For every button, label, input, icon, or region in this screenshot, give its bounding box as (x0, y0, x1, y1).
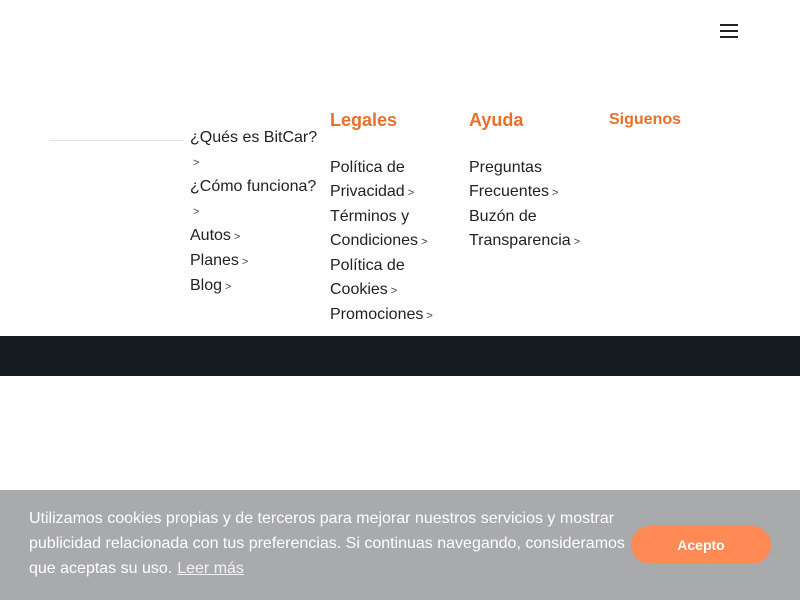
accept-cookies-button[interactable]: Acepto (631, 526, 771, 564)
footer-links: ¿Qués es BitCar? > ¿Cómo funciona? > Autos… (190, 126, 320, 299)
footer-column-title: Legales (330, 110, 398, 130)
footer-link-promociones[interactable]: Promociones > (330, 303, 455, 328)
cookie-message: Utilizamos cookies propias y de terceros… (29, 510, 625, 577)
cookie-banner-text: Utilizamos cookies propias y de terceros… (29, 506, 629, 581)
chevron-right-icon: > (225, 281, 232, 293)
divider (50, 140, 184, 141)
hamburger-menu-button[interactable] (720, 22, 740, 40)
chevron-right-icon: > (233, 231, 241, 243)
link-label: ¿Qués es BitCar? (190, 129, 318, 146)
footer-column-title: Ayuda (469, 110, 524, 130)
chevron-right-icon: > (390, 285, 398, 297)
chevron-right-icon: > (421, 236, 428, 248)
footer-column-siguenos: Siguenos (609, 110, 681, 134)
footer-link-blog[interactable]: Blog > (190, 274, 320, 299)
chevron-right-icon: > (193, 206, 200, 218)
link-label: Términos y Condiciones (330, 208, 419, 249)
footer-link-que-es-bitcar[interactable]: ¿Qués es BitCar? > (190, 126, 320, 175)
footer-link-como-funciona[interactable]: ¿Cómo funciona? > (190, 175, 320, 224)
footer-link-terminos[interactable]: Términos y Condiciones > (330, 205, 455, 254)
footer-column-main: ¿Qués es BitCar? > ¿Cómo funciona? > Autos… (190, 126, 320, 299)
cookie-banner: Utilizamos cookies propias y de terceros… (0, 490, 800, 600)
footer-column-legales: Legales Política de Privacidad > Términos… (330, 110, 455, 328)
footer-link-buzon-transparencia[interactable]: Buzón de Transparencia > (469, 205, 594, 254)
footer-column-title: Siguenos (609, 111, 682, 128)
footer-link-cookies[interactable]: Política de Cookies > (330, 254, 455, 303)
chevron-right-icon: > (573, 236, 581, 248)
footer-link-preguntas-frecuentes[interactable]: Preguntas Frecuentes > (469, 156, 594, 205)
link-label: Planes (190, 252, 239, 269)
link-label: Política de Privacidad (330, 159, 405, 200)
footer-link-privacidad[interactable]: Política de Privacidad > (330, 156, 455, 205)
footer-column-ayuda: Ayuda Preguntas Frecuentes > Buzón de Tra… (469, 110, 594, 254)
footer-bottom-bar (0, 336, 800, 376)
footer-link-autos[interactable]: Autos > (190, 224, 320, 249)
hamburger-icon (720, 24, 738, 26)
chevron-right-icon: > (426, 310, 433, 322)
chevron-right-icon: > (407, 187, 415, 199)
learn-more-link[interactable]: Leer más (177, 560, 244, 577)
link-label: Blog (190, 277, 223, 294)
footer-link-planes[interactable]: Planes > (190, 249, 320, 274)
hamburger-icon-line (720, 36, 738, 38)
link-label: Autos (190, 227, 231, 244)
footer-links: Política de Privacidad > Términos y Condi… (330, 156, 455, 328)
chevron-right-icon: > (193, 157, 200, 169)
chevron-right-icon: > (241, 256, 249, 268)
link-label: Preguntas Frecuentes (469, 159, 550, 200)
link-label: Promociones (330, 306, 424, 323)
footer-links: Preguntas Frecuentes > Buzón de Transpare… (469, 156, 594, 254)
chevron-right-icon: > (552, 187, 559, 199)
link-label: ¿Cómo funciona? (190, 178, 317, 195)
link-label: Buzón de Transparencia (469, 208, 571, 249)
hamburger-icon-line (720, 30, 738, 32)
